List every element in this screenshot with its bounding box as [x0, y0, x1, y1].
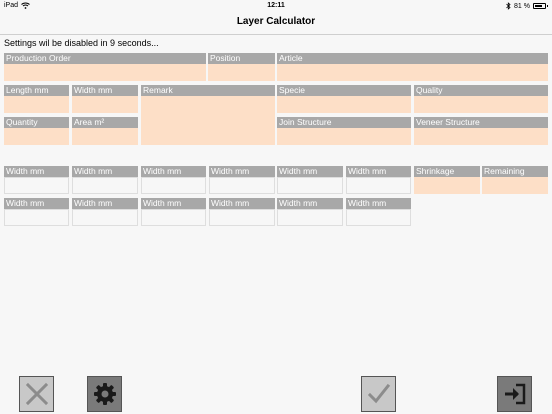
- area-value[interactable]: [72, 128, 138, 145]
- article-label: Article: [277, 53, 548, 64]
- layer-width-value[interactable]: [209, 209, 275, 226]
- layer-width-label: Width mm: [141, 166, 206, 177]
- layer-width-field[interactable]: Width mm: [141, 198, 206, 226]
- join-structure-label: Join Structure: [277, 117, 411, 128]
- layer-width-label: Width mm: [209, 166, 275, 177]
- shrinkage-label: Shrinkage: [414, 166, 480, 177]
- layer-width-field[interactable]: Width mm: [4, 198, 69, 226]
- clock: 12:11: [267, 2, 285, 9]
- battery-percent: 81 %: [514, 2, 530, 10]
- specie-value[interactable]: [277, 96, 411, 113]
- check-icon: [367, 383, 390, 404]
- layer-width-field[interactable]: Width mm: [277, 166, 343, 194]
- remark-field[interactable]: Remark: [141, 85, 275, 145]
- layer-width-field[interactable]: Width mm: [4, 166, 69, 194]
- battery-fill: [535, 5, 542, 7]
- layer-width-label: Width mm: [346, 198, 411, 209]
- layer-width-value[interactable]: [72, 177, 138, 194]
- layer-width-value[interactable]: [72, 209, 138, 226]
- specie-label: Specie: [277, 85, 411, 96]
- layer-width-label: Width mm: [277, 198, 343, 209]
- settings-button[interactable]: [87, 376, 122, 412]
- veneer-structure-field[interactable]: Veneer Structure: [414, 117, 548, 145]
- join-structure-value[interactable]: [277, 128, 411, 145]
- confirm-button[interactable]: [361, 376, 396, 412]
- article-field[interactable]: Article: [277, 53, 548, 81]
- area-label: Area m²: [72, 117, 138, 128]
- layer-width-field[interactable]: Width mm: [209, 198, 275, 226]
- join-structure-field[interactable]: Join Structure: [277, 117, 411, 145]
- layer-width-value[interactable]: [346, 177, 411, 194]
- exit-button[interactable]: [497, 376, 532, 412]
- width-field[interactable]: Width mm: [72, 85, 138, 113]
- layer-width-label: Width mm: [4, 198, 69, 209]
- layer-width-value[interactable]: [141, 177, 206, 194]
- quantity-field[interactable]: Quantity: [4, 117, 69, 145]
- quality-field[interactable]: Quality: [414, 85, 548, 113]
- layer-width-value[interactable]: [4, 209, 69, 226]
- layer-width-value[interactable]: [277, 177, 343, 194]
- layer-width-field[interactable]: Width mm: [346, 198, 411, 226]
- bluetooth-icon: [506, 2, 511, 10]
- article-value[interactable]: [277, 64, 548, 81]
- layer-width-value[interactable]: [346, 209, 411, 226]
- position-value[interactable]: [208, 64, 275, 81]
- nav-divider: [0, 34, 552, 35]
- status-right: 81 %: [506, 2, 548, 10]
- gear-icon: [93, 383, 116, 405]
- remark-label: Remark: [141, 85, 275, 96]
- page-title: Layer Calculator: [236, 16, 316, 27]
- veneer-structure-label: Veneer Structure: [414, 117, 548, 128]
- remaining-label: Remaining: [482, 166, 548, 177]
- cancel-button[interactable]: [19, 376, 54, 412]
- layer-width-field[interactable]: Width mm: [72, 166, 138, 194]
- production-order-label: Production Order: [4, 53, 206, 64]
- battery-icon: [533, 3, 548, 9]
- layer-width-label: Width mm: [4, 166, 69, 177]
- remark-value[interactable]: [141, 96, 275, 145]
- layer-width-field[interactable]: Width mm: [141, 166, 206, 194]
- layer-width-value[interactable]: [209, 177, 275, 194]
- layer-width-value[interactable]: [141, 209, 206, 226]
- specie-field[interactable]: Specie: [277, 85, 411, 113]
- shrinkage-value[interactable]: [414, 177, 480, 194]
- layer-width-field[interactable]: Width mm: [209, 166, 275, 194]
- layer-width-label: Width mm: [72, 198, 138, 209]
- veneer-structure-value[interactable]: [414, 128, 548, 145]
- production-order-value[interactable]: [4, 64, 206, 81]
- countdown-message: Settings wil be disabled in 9 seconds...: [4, 38, 159, 48]
- length-value[interactable]: [4, 96, 69, 113]
- quality-label: Quality: [414, 85, 548, 96]
- remaining-value[interactable]: [482, 177, 548, 194]
- quantity-value[interactable]: [4, 128, 69, 145]
- layer-width-value[interactable]: [277, 209, 343, 226]
- layer-width-label: Width mm: [209, 198, 275, 209]
- layer-width-field[interactable]: Width mm: [72, 198, 138, 226]
- length-field[interactable]: Length mm: [4, 85, 69, 113]
- quality-value[interactable]: [414, 96, 548, 113]
- layer-width-label: Width mm: [277, 166, 343, 177]
- layer-width-value[interactable]: [4, 177, 69, 194]
- layer-width-label: Width mm: [141, 198, 206, 209]
- position-label: Position: [208, 53, 275, 64]
- sign-in-icon: [504, 383, 525, 405]
- layer-width-field[interactable]: Width mm: [346, 166, 411, 194]
- width-value[interactable]: [72, 96, 138, 113]
- area-field[interactable]: Area m²: [72, 117, 138, 145]
- quantity-label: Quantity: [4, 117, 69, 128]
- production-order-field[interactable]: Production Order: [4, 53, 206, 81]
- shrinkage-field[interactable]: Shrinkage: [414, 166, 480, 194]
- close-icon: [25, 382, 48, 406]
- position-field[interactable]: Position: [208, 53, 275, 81]
- layer-width-label: Width mm: [72, 166, 138, 177]
- length-label: Length mm: [4, 85, 69, 96]
- width-label: Width mm: [72, 85, 138, 96]
- status-bar: iPad 12:11 81 %: [0, 0, 552, 12]
- layer-width-field[interactable]: Width mm: [277, 198, 343, 226]
- remaining-field[interactable]: Remaining: [482, 166, 548, 194]
- layer-width-label: Width mm: [346, 166, 411, 177]
